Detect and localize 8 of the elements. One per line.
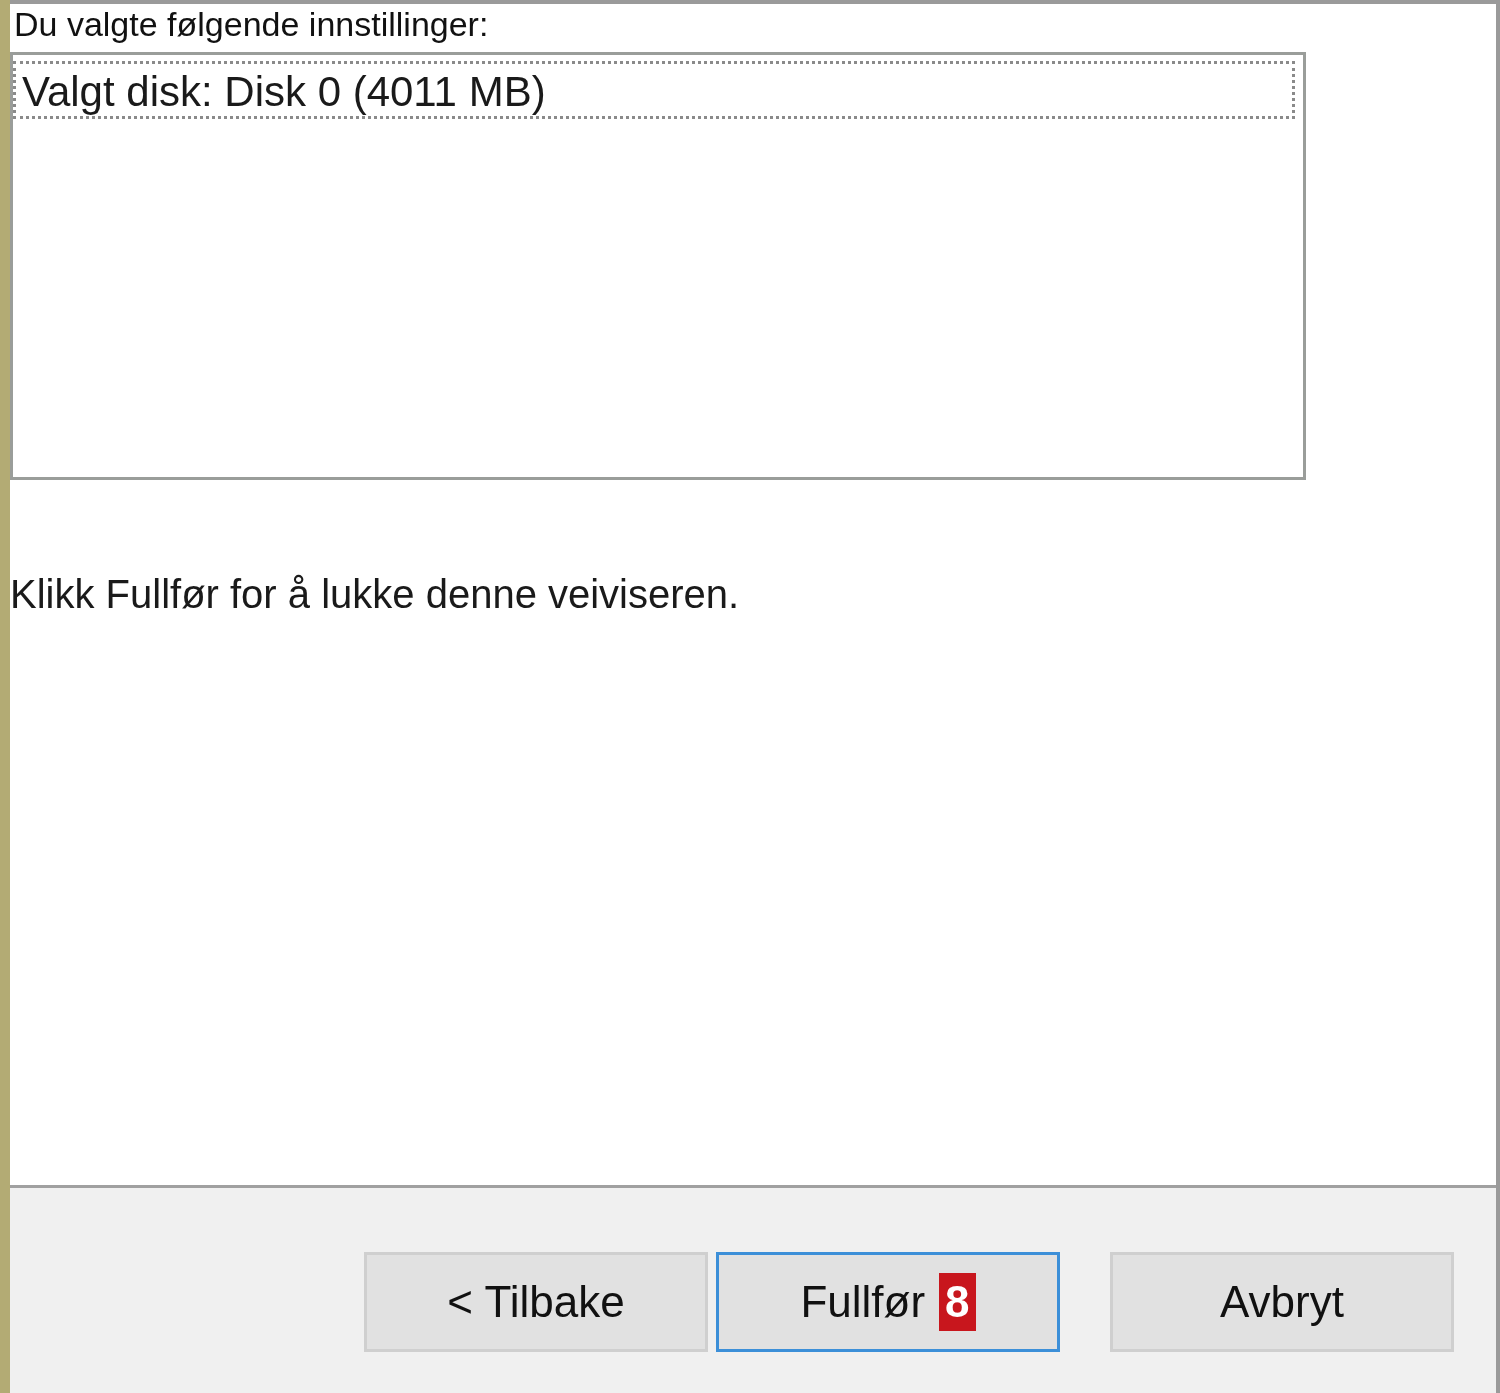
wizard-button[interactable]: < Tilbake	[364, 1252, 708, 1352]
wizard-button[interactable]: Avbryt	[1110, 1252, 1454, 1352]
list-item[interactable]: Valgt disk: Disk 0 (4011 MB)	[13, 61, 1295, 119]
number-badge: 8	[939, 1273, 976, 1331]
heading-text: Du valgte følgende innstillinger:	[13, 4, 490, 45]
instruction-text: Klikk Fullfør for å lukke denne veiviseren.	[10, 572, 741, 617]
finish-button[interactable]: Fullfør 8	[716, 1252, 1060, 1352]
button-label: Fullfør	[800, 1277, 926, 1327]
